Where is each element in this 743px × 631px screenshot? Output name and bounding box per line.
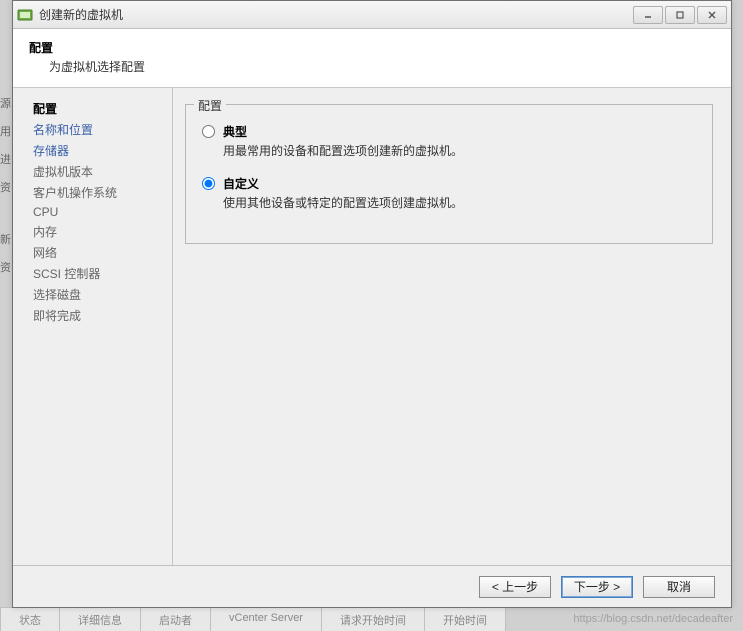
sidebar-step-cpu: CPU (33, 203, 172, 221)
wizard-body: 配置 名称和位置 存储器 虚拟机版本 客户机操作系统 CPU 内存 网络 SCS… (13, 88, 731, 578)
radio-typical-desc: 用最常用的设备和配置选项创建新的虚拟机。 (223, 142, 696, 159)
wizard-main: 配置 典型 用最常用的设备和配置选项创建新的虚拟机。 自定义 使用其他设备或特定… (173, 88, 731, 578)
radio-typical[interactable] (202, 125, 215, 138)
groupbox-title: 配置 (194, 97, 226, 114)
bg-tab: 请求开始时间 (321, 607, 425, 631)
cancel-button[interactable]: 取消 (643, 576, 715, 598)
bg-tab: 启动者 (140, 607, 211, 631)
sidebar-step-memory: 内存 (33, 221, 172, 242)
back-button[interactable]: < 上一步 (479, 576, 551, 598)
sidebar-step-storage[interactable]: 存储器 (33, 140, 172, 161)
sidebar-step-disk: 选择磁盘 (33, 284, 172, 305)
close-button[interactable] (697, 6, 727, 24)
sidebar-step-finish: 即将完成 (33, 305, 172, 326)
sidebar-step-scsi: SCSI 控制器 (33, 263, 172, 284)
background-tabs: 状态 详细信息 启动者 vCenter Server 请求开始时间 开始时间 (0, 607, 743, 631)
sidebar-step-version: 虚拟机版本 (33, 161, 172, 182)
page-title: 配置 (29, 39, 715, 56)
sidebar-step-config[interactable]: 配置 (33, 98, 172, 119)
bg-tab: 详细信息 (59, 607, 141, 631)
background-left-strip: 源 用 进 资 新 资 (0, 90, 12, 282)
radio-option-custom[interactable]: 自定义 使用其他设备或特定的配置选项创建虚拟机。 (202, 175, 696, 211)
radio-option-typical[interactable]: 典型 用最常用的设备和配置选项创建新的虚拟机。 (202, 123, 696, 159)
page-subtitle: 为虚拟机选择配置 (49, 58, 715, 75)
window-controls (631, 6, 727, 24)
dialog-window: 创建新的虚拟机 配置 为虚拟机选择配置 配置 名称和位置 存储器 虚拟机版本 客… (12, 0, 732, 608)
sidebar-step-guestos: 客户机操作系统 (33, 182, 172, 203)
minimize-button[interactable] (633, 6, 663, 24)
bg-tab: vCenter Server (210, 607, 322, 631)
wizard-footer: < 上一步 下一步 > 取消 (13, 565, 731, 607)
next-button[interactable]: 下一步 > (561, 576, 633, 598)
wizard-header: 配置 为虚拟机选择配置 (13, 29, 731, 88)
app-icon (17, 7, 33, 23)
radio-custom[interactable] (202, 177, 215, 190)
radio-custom-label: 自定义 (223, 175, 696, 192)
config-groupbox: 配置 典型 用最常用的设备和配置选项创建新的虚拟机。 自定义 使用其他设备或特定… (185, 104, 713, 244)
radio-custom-desc: 使用其他设备或特定的配置选项创建虚拟机。 (223, 194, 696, 211)
titlebar[interactable]: 创建新的虚拟机 (13, 1, 731, 29)
wizard-steps-sidebar: 配置 名称和位置 存储器 虚拟机版本 客户机操作系统 CPU 内存 网络 SCS… (13, 88, 173, 578)
maximize-button[interactable] (665, 6, 695, 24)
window-title: 创建新的虚拟机 (39, 6, 631, 23)
sidebar-step-name[interactable]: 名称和位置 (33, 119, 172, 140)
bg-tab: 开始时间 (424, 607, 506, 631)
radio-typical-label: 典型 (223, 123, 696, 140)
sidebar-step-network: 网络 (33, 242, 172, 263)
bg-tab: 状态 (0, 607, 60, 631)
